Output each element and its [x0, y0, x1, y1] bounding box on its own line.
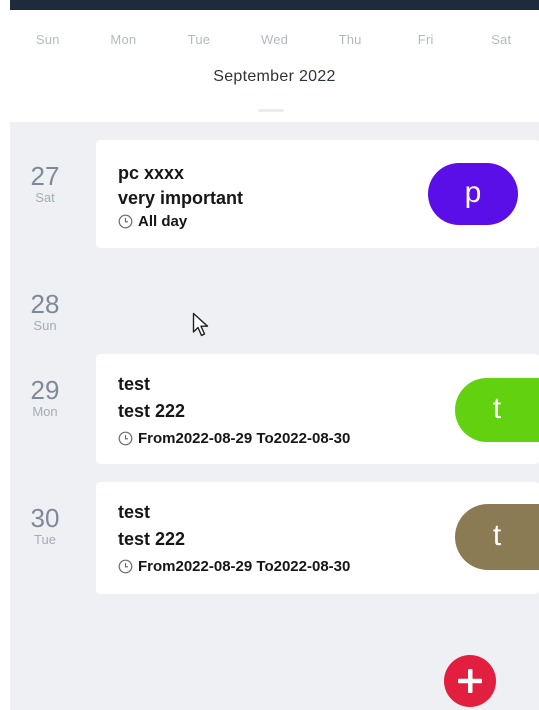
day-weekday: Mon	[32, 404, 58, 419]
agenda-day-27: 27 Sat pc xxxx very important All day p	[10, 140, 539, 248]
event-card[interactable]: test test 222 From2022-08-29 To2022-08-3…	[96, 482, 539, 594]
event-time-text: From2022-08-29 To2022-08-30	[138, 558, 351, 575]
agenda-day-29: 29 Mon test test 222 From2022-08-29 To20…	[10, 354, 539, 464]
day-number: 29	[30, 375, 60, 405]
avatar: p	[428, 163, 518, 225]
event-description: test 222	[118, 529, 186, 549]
event-time-text: From2022-08-29 To2022-08-30	[138, 430, 351, 447]
weekday-wed: Wed	[260, 32, 289, 47]
day-label: 28 Sun	[10, 290, 80, 333]
calendar-drag-handle[interactable]	[258, 109, 284, 112]
month-label[interactable]: September 2022	[10, 68, 539, 86]
add-event-button[interactable]	[444, 655, 496, 707]
agenda-day-28: 28 Sun	[10, 290, 539, 340]
event-card[interactable]: test test 222 From2022-08-29 To2022-08-3…	[96, 354, 539, 464]
event-title: test	[118, 374, 151, 394]
day-weekday: Sun	[33, 318, 57, 333]
status-bar	[10, 0, 539, 10]
weekday-tue: Tue	[187, 32, 211, 47]
weekday-sat: Sat	[491, 32, 512, 47]
avatar: t	[455, 504, 539, 570]
event-title: pc xxxx	[118, 163, 185, 183]
day-number: 27	[30, 161, 60, 191]
event-description: very important	[118, 188, 244, 208]
left-edge	[0, 0, 10, 710]
clock-icon	[118, 214, 133, 229]
weekday-thu: Thu	[338, 32, 362, 47]
agenda-list: 27 Sat pc xxxx very important All day p …	[10, 122, 539, 710]
weekday-mon: Mon	[110, 32, 137, 47]
weekday-fri: Fri	[417, 32, 434, 47]
event-time: From2022-08-29 To2022-08-30	[118, 558, 350, 575]
weekday-sun: Sun	[35, 32, 60, 47]
calendar-app: Sun Mon Tue Wed Thu Fri Sat September 20…	[0, 0, 539, 710]
event-time: From2022-08-29 To2022-08-30	[118, 430, 350, 447]
day-label: 27 Sat	[10, 162, 80, 205]
avatar: t	[455, 378, 539, 442]
day-label: 30 Tue	[10, 504, 80, 547]
calendar-header: Sun Mon Tue Wed Thu Fri Sat September 20…	[10, 10, 539, 122]
day-number: 28	[30, 289, 60, 319]
day-weekday: Sat	[35, 190, 55, 205]
day-weekday: Tue	[34, 532, 56, 547]
plus-icon	[458, 669, 482, 693]
event-title: test	[118, 502, 151, 522]
event-time-text: All day	[138, 213, 188, 230]
weekday-row: Sun Mon Tue Wed Thu Fri Sat	[10, 32, 539, 52]
clock-icon	[118, 431, 133, 446]
day-number: 30	[30, 503, 60, 533]
event-time: All day	[118, 213, 187, 230]
event-description: test 222	[118, 401, 186, 421]
day-label: 29 Mon	[10, 376, 80, 419]
clock-icon	[118, 559, 133, 574]
agenda-day-30: 30 Tue test test 222 From2022-08-29 To20…	[10, 482, 539, 594]
event-card[interactable]: pc xxxx very important All day p	[96, 140, 539, 248]
